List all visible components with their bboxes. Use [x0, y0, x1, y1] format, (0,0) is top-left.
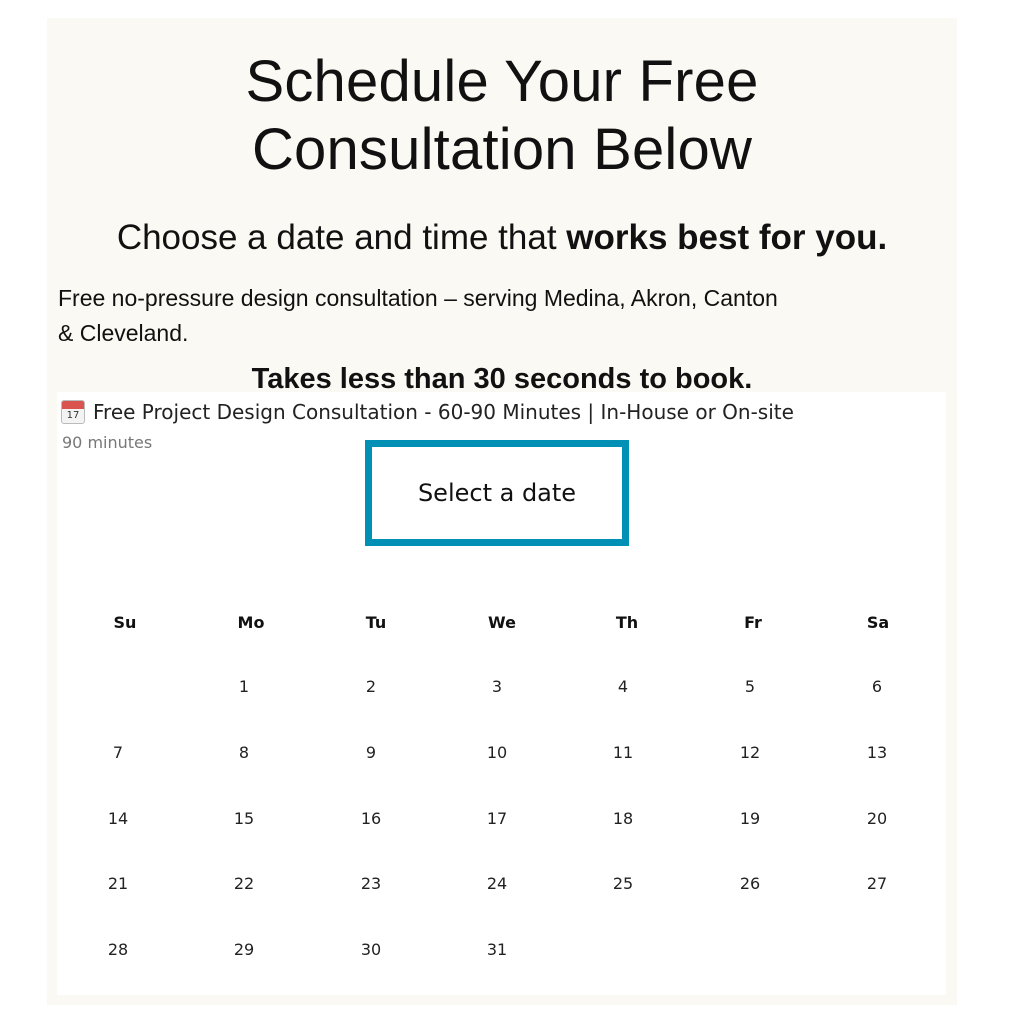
calendar-day-12[interactable]: 12: [720, 732, 780, 772]
page-title-line-2: Consultation Below: [251, 117, 753, 182]
calendar-day-6[interactable]: 6: [847, 666, 907, 706]
calendar-day-11[interactable]: 11: [593, 732, 653, 772]
page-title-line-1: Schedule Your Free: [245, 49, 759, 114]
select-date-button[interactable]: Select a date: [365, 440, 629, 546]
calendar-day-2[interactable]: 2: [341, 666, 401, 706]
calendar-day-25[interactable]: 25: [593, 863, 653, 903]
calendar-day-31[interactable]: 31: [467, 929, 527, 969]
event-title-text: Free Project Design Consultation - 60-90…: [93, 400, 794, 424]
subtitle-bold: works best for you.: [566, 218, 888, 257]
calendar-day-13[interactable]: 13: [847, 732, 907, 772]
calendar-day-7[interactable]: 7: [88, 732, 148, 772]
calendar-day-21[interactable]: 21: [88, 863, 148, 903]
calendar-icon-number: 17: [66, 410, 80, 421]
page-subtitle: Choose a date and time that works best f…: [47, 216, 957, 260]
service-description-line-2: & Cleveland.: [58, 320, 189, 346]
calendar-day-23[interactable]: 23: [341, 863, 401, 903]
calendar-day-24[interactable]: 24: [467, 863, 527, 903]
calendar-day-8[interactable]: 8: [214, 732, 274, 772]
calendar-day-29[interactable]: 29: [214, 929, 274, 969]
page-title: Schedule Your Free Consultation Below: [47, 48, 957, 184]
weekday-fr: Fr: [744, 613, 762, 632]
booking-widget: 17 Free Project Design Consultation - 60…: [57, 392, 946, 995]
weekday-su: Su: [113, 613, 137, 632]
calendar-17-icon: 17: [61, 400, 85, 424]
weekday-mo: Mo: [237, 613, 265, 632]
service-description: Free no-pressure design consultation – s…: [58, 281, 838, 351]
weekday-we: We: [488, 613, 516, 632]
calendar-day-26[interactable]: 26: [720, 863, 780, 903]
calendar-day-20[interactable]: 20: [847, 798, 907, 838]
weekday-th: Th: [615, 613, 639, 632]
calendar-day-3[interactable]: 3: [467, 666, 527, 706]
calendar-day-15[interactable]: 15: [214, 798, 274, 838]
service-description-line-1: Free no-pressure design consultation – s…: [58, 285, 778, 311]
weekday-sa: Sa: [866, 613, 890, 632]
calendar-day-16[interactable]: 16: [341, 798, 401, 838]
calendar-day-5[interactable]: 5: [720, 666, 780, 706]
calendar-day-14[interactable]: 14: [88, 798, 148, 838]
event-title: 17 Free Project Design Consultation - 60…: [61, 398, 794, 426]
calendar-day-1[interactable]: 1: [214, 666, 274, 706]
weekday-tu: Tu: [365, 613, 387, 632]
calendar-day-22[interactable]: 22: [214, 863, 274, 903]
calendar-day-9[interactable]: 9: [341, 732, 401, 772]
calendar-icon-header: [62, 401, 84, 409]
calendar-day-30[interactable]: 30: [341, 929, 401, 969]
calendar-day-19[interactable]: 19: [720, 798, 780, 838]
subtitle-regular: Choose a date and time that: [116, 218, 567, 257]
calendar-day-4[interactable]: 4: [593, 666, 653, 706]
event-duration: 90 minutes: [62, 433, 153, 452]
calendar-day-17[interactable]: 17: [467, 798, 527, 838]
calendar-day-28[interactable]: 28: [88, 929, 148, 969]
calendar-day-10[interactable]: 10: [467, 732, 527, 772]
calendar-weekday-header: Su Mo Tu We Th Fr Sa: [57, 613, 946, 637]
calendar-day-27[interactable]: 27: [847, 863, 907, 903]
calendar-day-18[interactable]: 18: [593, 798, 653, 838]
